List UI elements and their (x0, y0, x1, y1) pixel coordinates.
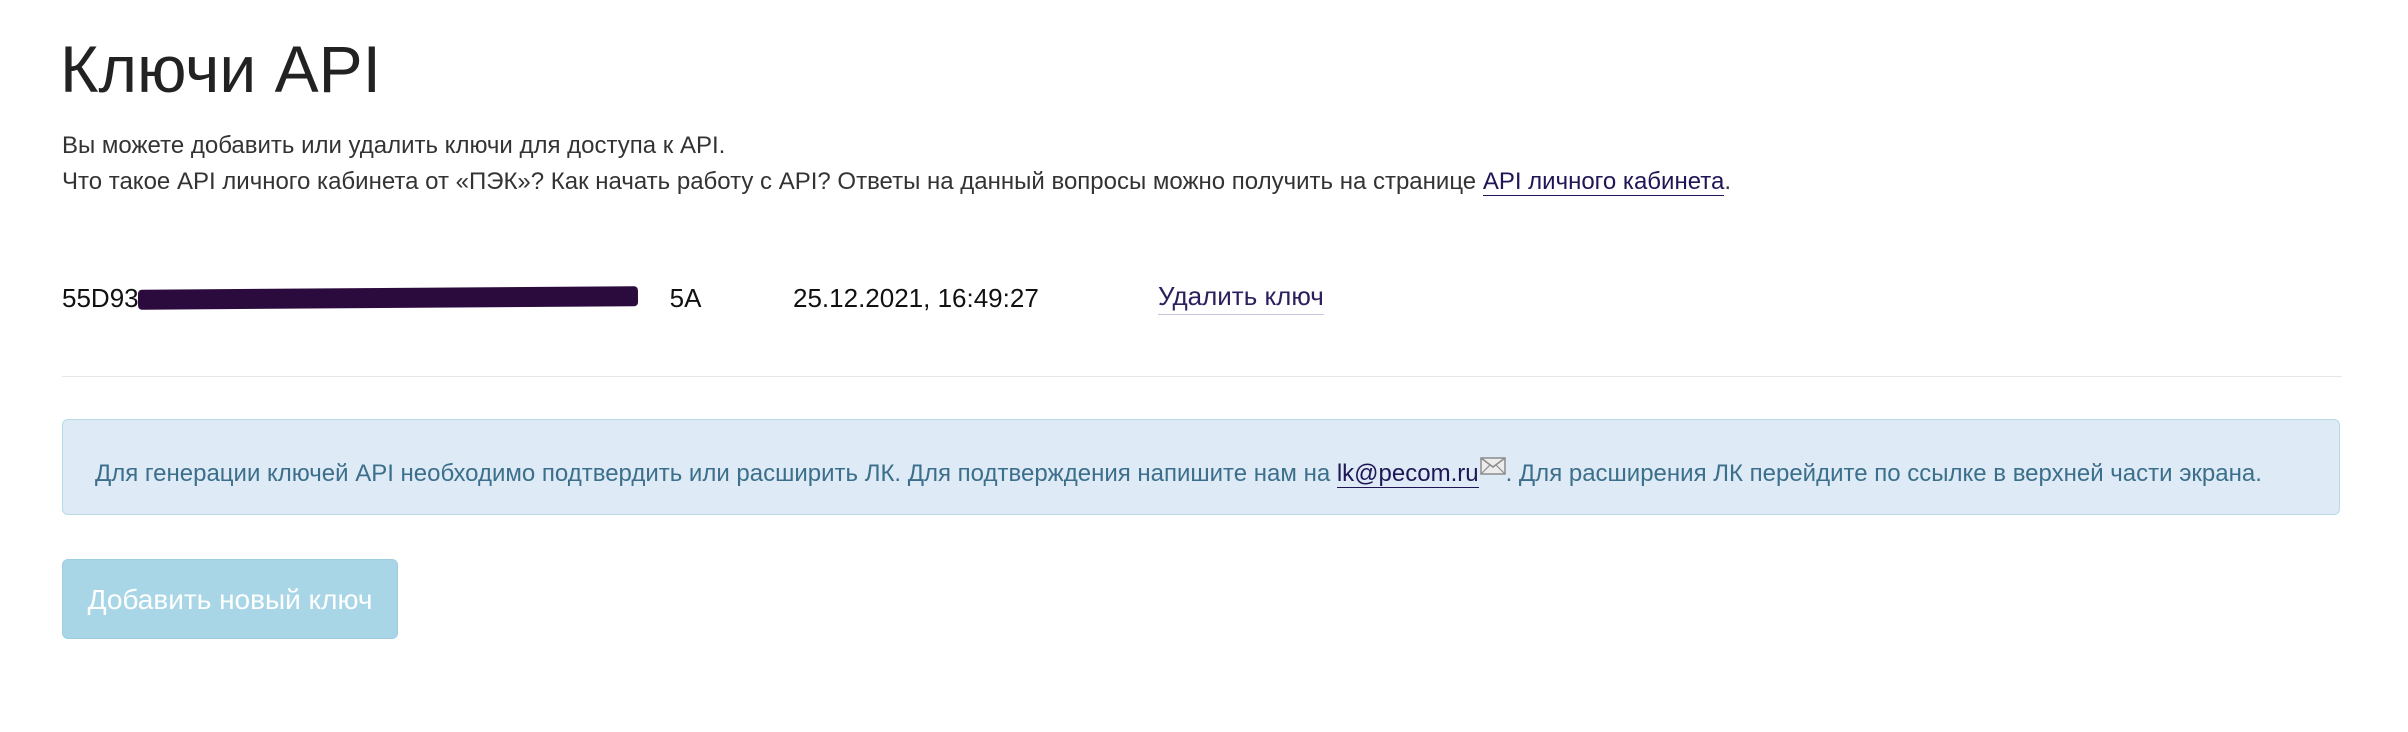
divider (62, 376, 2342, 377)
api-keys-page: Ключи API Вы можете добавить или удалить… (0, 0, 2408, 732)
intro-line-2-prefix: Что такое API личного кабинета от «ПЭК»?… (62, 168, 1483, 195)
intro-line-2: Что такое API личного кабинета от «ПЭК»?… (62, 164, 1731, 200)
redaction-mark (137, 286, 639, 310)
email-link[interactable]: lk@pecom.ru (1336, 460, 1479, 488)
api-key-suffix: 5A (669, 283, 702, 313)
api-key-prefix: 55D93 (62, 283, 139, 313)
mail-icon (1479, 420, 1506, 516)
add-key-button[interactable]: Добавить новый ключ (62, 559, 398, 639)
api-docs-link[interactable]: API личного кабинета (1482, 168, 1725, 196)
intro-line-2-suffix: . (1724, 168, 1731, 195)
info-alert: Для генерации ключей API необходимо подт… (62, 419, 2340, 515)
alert-text-suffix: . Для расширения ЛК перейдите по ссылке … (1505, 460, 2262, 487)
alert-text-prefix: Для генерации ключей API необходимо подт… (95, 460, 1337, 487)
delete-key-link[interactable]: Удалить ключ (1158, 278, 1324, 315)
api-key-date: 25.12.2021, 16:49:27 (793, 283, 1039, 313)
page-title: Ключи API (60, 32, 381, 106)
api-key-row: 55D93 5A 25.12.2021, 16:49:27 Удалить клю… (62, 278, 1362, 318)
intro-line-1: Вы можете добавить или удалить ключи для… (62, 132, 726, 159)
intro-text: Вы можете добавить или удалить ключи для… (62, 128, 1731, 200)
